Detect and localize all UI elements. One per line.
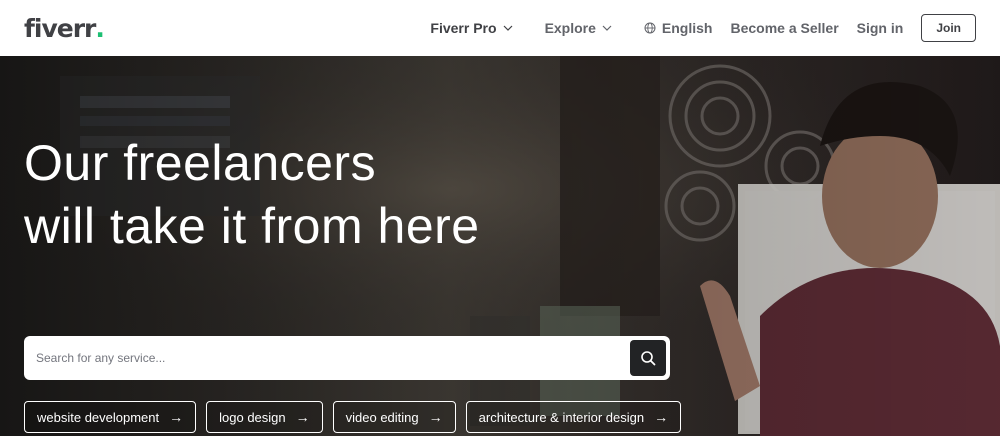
chip-label: website development [37, 409, 160, 425]
chevron-down-icon [503, 25, 512, 31]
hero-headline: Our freelancers will take it from here [24, 132, 480, 258]
arrow-right-icon: → [654, 409, 669, 425]
headline-line-2: will take it from here [24, 198, 480, 254]
search-input[interactable] [24, 336, 630, 380]
main-nav: Fiverr Pro Explore English Become a Sell… [430, 14, 976, 42]
fiverr-logo[interactable]: fiverr. [24, 13, 105, 43]
chevron-down-icon [602, 25, 612, 31]
globe-icon [644, 22, 656, 34]
fiverr-pro-label: Fiverr Pro [430, 20, 497, 36]
language-label: English [661, 20, 713, 36]
search-bar [24, 336, 670, 380]
arrow-right-icon: → [428, 409, 443, 425]
become-seller-link[interactable]: Become a Seller [730, 20, 838, 36]
explore-label: Explore [544, 20, 596, 36]
arrow-right-icon: → [169, 409, 184, 425]
fiverr-pro-dropdown[interactable]: Fiverr Pro [430, 20, 512, 36]
join-button[interactable]: Join [921, 14, 976, 42]
chip-website-development[interactable]: website development → [24, 401, 197, 433]
search-button[interactable] [630, 340, 666, 376]
logo-text: fiverr [24, 13, 96, 43]
sign-in-link[interactable]: Sign in [857, 20, 904, 36]
chip-architecture-interior-design[interactable]: architecture & interior design → [465, 401, 682, 433]
top-navigation-bar: fiverr. Fiverr Pro Explore English Becom… [0, 0, 1000, 56]
headline-line-1: Our freelancers [24, 135, 377, 191]
arrow-right-icon: → [295, 409, 310, 425]
popular-services: website development → logo design → vide… [24, 401, 682, 433]
search-icon [641, 351, 656, 366]
chip-logo-design[interactable]: logo design → [206, 401, 323, 433]
chip-label: architecture & interior design [478, 409, 645, 425]
chip-label: video editing [345, 409, 419, 425]
language-selector[interactable]: English [644, 20, 713, 36]
logo-dot: . [95, 13, 104, 43]
chip-video-editing[interactable]: video editing → [332, 401, 456, 433]
explore-dropdown[interactable]: Explore [545, 20, 612, 36]
chip-label: logo design [219, 409, 286, 425]
